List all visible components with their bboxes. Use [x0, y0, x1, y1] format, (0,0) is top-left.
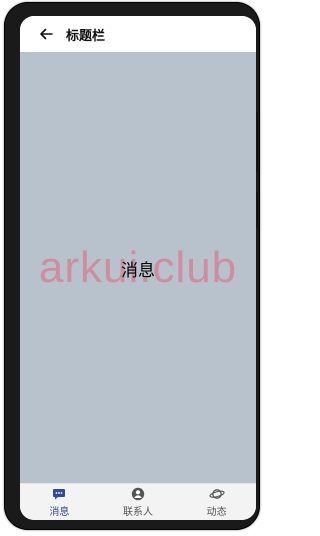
back-button[interactable] [32, 20, 60, 48]
planet-icon [209, 486, 225, 502]
title-bar: 标题栏 [20, 16, 256, 52]
tab-messages-label: 消息 [49, 507, 70, 518]
tab-moments-label: 动态 [206, 507, 227, 518]
tab-contacts[interactable]: 联系人 [108, 486, 168, 518]
phone-frame: 标题栏 arkui.club 消息 消息 联系人 动态 [4, 2, 260, 530]
arrow-left-icon [40, 28, 53, 40]
contacts-icon [130, 486, 146, 502]
tab-contacts-label: 联系人 [122, 507, 153, 518]
tab-moments[interactable]: 动态 [187, 486, 247, 518]
message-icon [51, 486, 67, 502]
phone-screen: 标题栏 arkui.club 消息 消息 联系人 动态 [20, 16, 256, 520]
content-label: 消息 [121, 260, 155, 281]
message-content: arkui.club 消息 [20, 52, 256, 484]
bottom-tab-bar: 消息 联系人 动态 [20, 483, 256, 520]
page-title: 标题栏 [66, 28, 106, 44]
tab-messages[interactable]: 消息 [29, 486, 89, 518]
